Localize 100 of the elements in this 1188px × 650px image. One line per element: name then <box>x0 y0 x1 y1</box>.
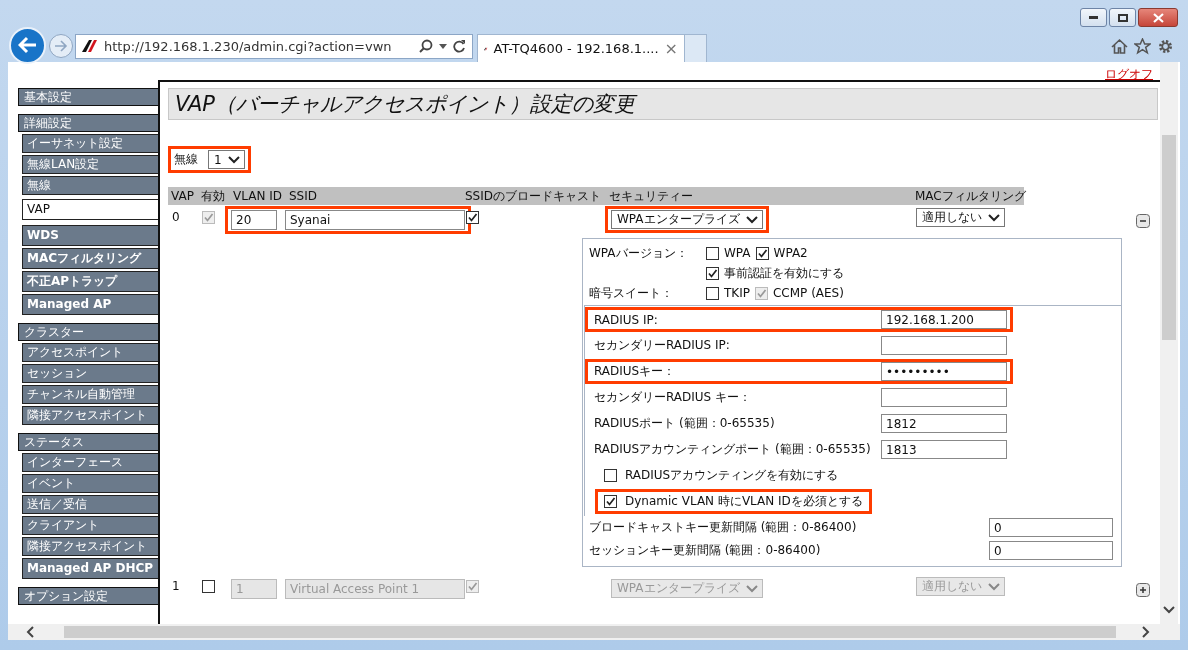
back-arrow-icon <box>17 36 38 54</box>
dropdown-caret-icon[interactable] <box>439 43 447 49</box>
field-label: 暗号スイート： <box>589 284 674 302</box>
text-field[interactable]: 0 <box>989 541 1113 560</box>
sidebar-item[interactable]: Managed AP <box>22 294 158 315</box>
settings-icon[interactable] <box>1157 37 1174 55</box>
sidebar-item[interactable]: VAP <box>22 199 158 220</box>
column-header: セキュリティー <box>608 187 694 205</box>
field-label: RADIUSキー： <box>594 363 677 380</box>
chevron-down-icon[interactable] <box>227 155 240 164</box>
text-field[interactable] <box>881 336 1007 355</box>
sidebar-item[interactable]: イーサネット設定 <box>22 134 158 153</box>
text-field[interactable]: 1813 <box>881 440 1007 459</box>
enabled-checkbox[interactable] <box>202 580 215 593</box>
text-field[interactable] <box>881 388 1007 407</box>
address-bar[interactable]: http://192.168.1.230/admin.cgi?action=vwn <box>75 33 473 59</box>
maximize-button[interactable] <box>1109 8 1136 27</box>
sidebar-item[interactable]: 送信／受信 <box>22 495 158 514</box>
sidebar-item[interactable]: クライアント <box>22 516 158 535</box>
field-label: セカンダリーRADIUS キー： <box>594 389 753 406</box>
sidebar-group-header[interactable]: クラスター <box>18 323 158 341</box>
sidebar-item[interactable]: 無線LAN設定 <box>22 155 158 174</box>
sidebar-item[interactable]: イベント <box>22 474 158 493</box>
column-header: VAP <box>170 189 195 203</box>
column-header: SSIDのブロードキャスト <box>464 187 602 205</box>
field-label: RADIUS IP: <box>594 312 659 327</box>
sidebar-item[interactable]: WDS <box>22 225 158 246</box>
sidebar-item[interactable]: 隣接アクセスポイント <box>22 406 158 425</box>
scroll-left-icon[interactable] <box>26 626 34 638</box>
sidebar-item[interactable]: Managed AP DHCP <box>22 558 158 579</box>
close-button[interactable] <box>1138 8 1178 27</box>
logoff-link[interactable]: ログオフ <box>1105 68 1153 80</box>
sidebar-item[interactable]: 不正APトラップ <box>22 271 158 292</box>
text-field[interactable]: 192.168.1.200 <box>881 310 1007 329</box>
sidebar-item[interactable]: インターフェース <box>22 453 158 472</box>
ssid-field[interactable]: Syanai <box>285 210 465 230</box>
page-title: VAP（バーチャルアクセスポイント）設定の変更 <box>168 88 1158 120</box>
collapse-icon[interactable] <box>1136 214 1150 228</box>
sidebar-group-header[interactable]: 基本設定 <box>18 88 158 106</box>
browser-tab[interactable]: AT-TQ4600 - 192.168.1.... × <box>477 34 685 62</box>
field-label: WPAバージョン： <box>589 244 689 262</box>
chevron-down-icon[interactable] <box>745 215 758 224</box>
checkbox-label: CCMP (AES) <box>773 286 844 300</box>
search-icon[interactable] <box>419 39 433 53</box>
sidebar-group-header[interactable]: オプション設定 <box>18 587 158 605</box>
chevron-down-icon[interactable] <box>988 213 1000 222</box>
sidebar-item[interactable]: MACフィルタリング <box>22 248 158 269</box>
forward-arrow-icon <box>54 40 68 52</box>
scroll-right-icon[interactable] <box>1142 626 1150 638</box>
field-label: RADIUSポート (範囲：0-65535) <box>594 415 776 432</box>
star-icon[interactable] <box>1134 37 1151 55</box>
checkbox[interactable] <box>706 286 719 300</box>
checkbox[interactable] <box>706 246 719 260</box>
broadcast-checkbox[interactable] <box>466 211 479 224</box>
checkbox-label: RADIUSアカウンティングを有効にする <box>625 467 839 484</box>
sidebar-item[interactable]: 無線 <box>22 176 158 195</box>
vertical-scrollbar[interactable] <box>1160 62 1178 624</box>
close-icon <box>1152 12 1164 23</box>
checkbox-label: WPA <box>724 246 751 260</box>
column-header: 有効 <box>200 187 226 205</box>
text-field[interactable]: 1812 <box>881 414 1007 433</box>
home-icon[interactable] <box>1111 37 1128 55</box>
tab-title: AT-TQ4600 - 192.168.1.... <box>493 41 659 56</box>
text-field[interactable]: 0 <box>989 518 1113 537</box>
sidebar-group-header[interactable]: ステータス <box>18 433 158 451</box>
minimize-button[interactable] <box>1080 8 1107 27</box>
sidebar-item[interactable]: アクセスポイント <box>22 343 158 362</box>
refresh-icon[interactable] <box>453 39 466 53</box>
scroll-down-icon[interactable] <box>1163 606 1175 614</box>
horizontal-scrollbar[interactable] <box>8 624 1180 640</box>
radio-label: 無線 <box>174 151 198 168</box>
minimize-icon <box>1089 16 1098 19</box>
checkbox-label: WPA2 <box>773 246 808 260</box>
column-header: SSID <box>288 189 318 203</box>
checkbox[interactable] <box>755 246 769 260</box>
sidebar-item[interactable]: チャンネル自動管理 <box>22 385 158 404</box>
checkbox[interactable] <box>604 495 617 508</box>
column-header: VLAN ID <box>232 189 283 203</box>
field-label: RADIUSアカウンティングポート (範囲：0-65535) <box>594 441 872 458</box>
maximize-icon <box>1117 13 1128 22</box>
radio-dropdown[interactable]: 1 <box>208 150 245 169</box>
field-label: セッションキー更新間隔 (範囲：0-86400) <box>589 542 822 559</box>
sidebar-item[interactable]: セッション <box>22 364 158 383</box>
tab-close-button[interactable]: × <box>664 39 678 58</box>
expand-icon[interactable] <box>1136 583 1150 597</box>
back-button[interactable] <box>9 26 46 64</box>
checkbox-label: Dynamic VLAN 時にVLAN IDを必須とする <box>625 493 863 510</box>
url-text: http://192.168.1.230/admin.cgi?action=vwn <box>104 38 393 54</box>
field-label: ブロードキャストキー更新間隔 (範囲：0-86400) <box>589 519 858 536</box>
checkbox-label: 事前認証を有効にする <box>724 264 844 282</box>
sidebar-group-header[interactable]: 詳細設定 <box>18 114 158 132</box>
checkbox[interactable] <box>706 266 719 280</box>
checkbox[interactable] <box>604 469 617 482</box>
vap-number: 0 <box>171 209 181 224</box>
sidebar-item[interactable]: 隣接アクセスポイント <box>22 537 158 556</box>
security-dropdown[interactable]: WPAエンタープライズ <box>611 210 763 229</box>
mac-filter-dropdown[interactable]: 適用しない <box>916 208 1005 227</box>
checkbox-label: TKIP <box>724 286 750 300</box>
vlan-id-field[interactable]: 20 <box>231 210 277 230</box>
text-field[interactable]: ••••••••• <box>881 362 1007 381</box>
